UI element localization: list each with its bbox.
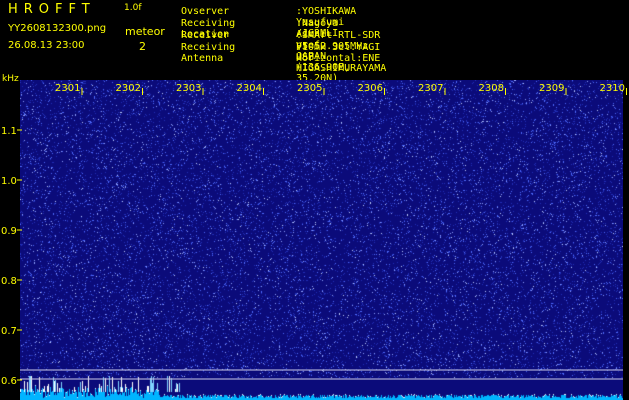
spectrogram-axes: 2301 2302 2303 2304 2305 2306 2307 2308 2309 2310… — [1, 83, 627, 387]
time-axis: 2301 2302 2303 2304 2305 2306 2307 2308 2309 2310 — [55, 83, 627, 95]
time-tick-label: 2308 — [479, 83, 504, 94]
band-guide-lines — [20, 369, 623, 380]
frequency-tick-label: 0.8 — [1, 276, 17, 287]
time-tick-label: 2304 — [237, 83, 262, 94]
time-tick-label: 2307 — [418, 83, 443, 94]
frequency-tick-label: 0.6 — [1, 376, 17, 387]
time-tick-label: 2303 — [176, 83, 201, 94]
frequency-tick-label: 1.0 — [1, 176, 17, 187]
time-tick-label: 2309 — [539, 83, 564, 94]
time-tick-label: 2302 — [116, 83, 141, 94]
hrofft-window: HROFFT 1.0f YY2608132300.png 26.08.13 23… — [0, 0, 629, 400]
time-tick-label: 2306 — [358, 83, 383, 94]
time-tick-label: 2301 — [55, 83, 80, 94]
frequency-tick-label: 0.7 — [1, 326, 17, 337]
time-tick-label: 2310 — [600, 83, 625, 94]
frequency-axis: 1.1 1.0 0.9 0.8 0.7 0.6 — [1, 126, 22, 387]
frequency-tick-label: 1.1 — [1, 126, 17, 137]
time-tick-label: 2305 — [297, 83, 322, 94]
frequency-tick-label: 0.9 — [1, 226, 17, 237]
